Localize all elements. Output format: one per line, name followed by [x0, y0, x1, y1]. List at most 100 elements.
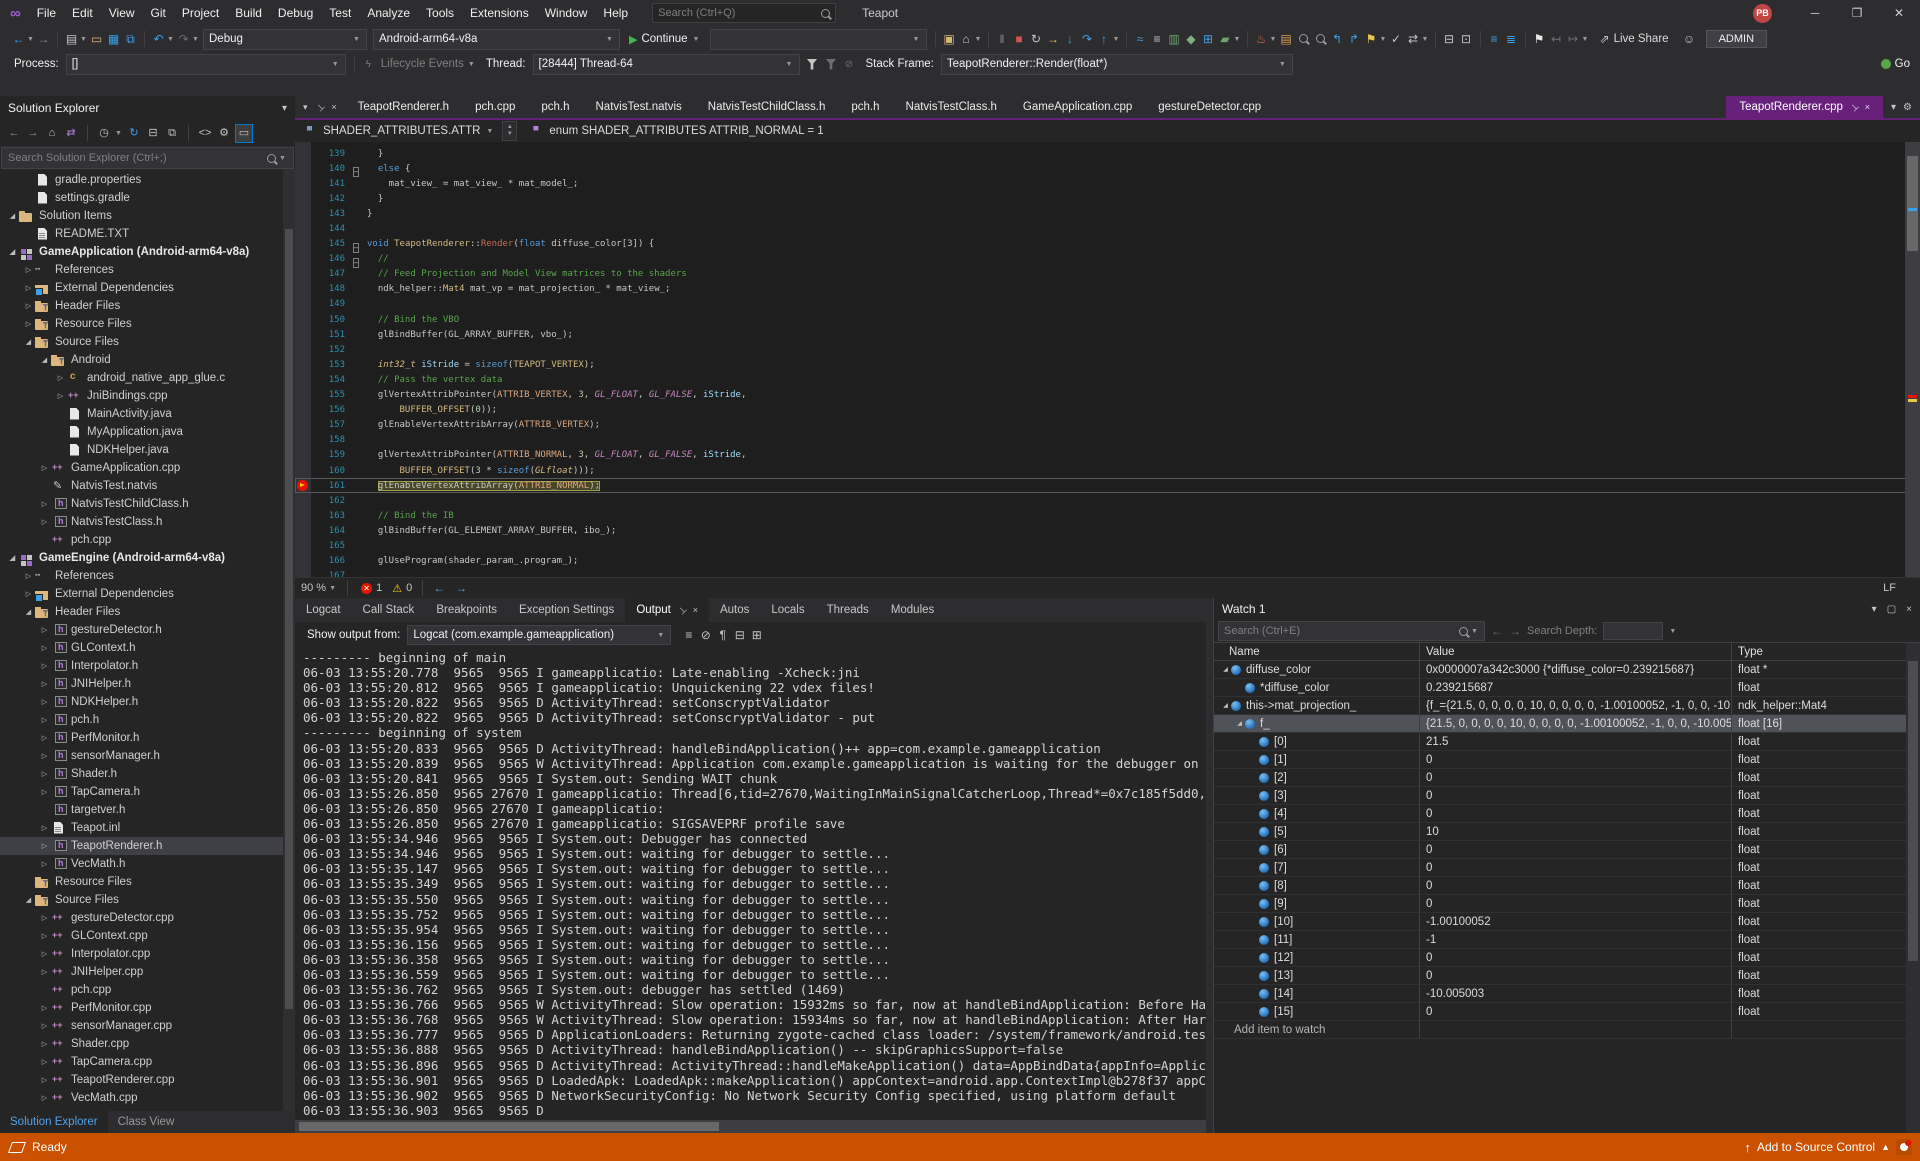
- watch-row[interactable]: [1] 0 float: [1214, 751, 1920, 769]
- editor-tab[interactable]: pch.h: [528, 96, 582, 118]
- code-line[interactable]: 149: [295, 297, 1920, 312]
- editor-scrollbar[interactable]: [1905, 142, 1920, 577]
- tree-item[interactable]: NatvisTest.natvis: [0, 477, 295, 495]
- highlight-icon[interactable]: ⚑: [1363, 31, 1380, 48]
- watch-row[interactable]: [13] 0 float: [1214, 967, 1920, 985]
- code-line[interactable]: 155 glVertexAttribPointer(ATTRIB_VERTEX,…: [295, 388, 1920, 403]
- editor-tab[interactable]: pch.cpp: [462, 96, 528, 118]
- code-line[interactable]: 161 glEnableVertexAttribArray(ATTRIB_NOR…: [295, 478, 1920, 494]
- code-line[interactable]: 148 ndk_helper::Mat4 mat_vp = mat_projec…: [295, 282, 1920, 297]
- tree-item[interactable]: ▷ NDKHelper.h: [0, 693, 295, 711]
- line-margin[interactable]: [295, 267, 311, 282]
- dropdown-arrow-icon[interactable]: ▼: [167, 36, 175, 43]
- pin-icon[interactable]: ⊣: [313, 100, 326, 113]
- tree-expander-icon[interactable]: ▷: [38, 860, 51, 868]
- output-tab-locals[interactable]: Locals: [760, 598, 815, 622]
- sidebar-tab-solution-explorer[interactable]: Solution Explorer: [0, 1111, 108, 1133]
- nav-forward-icon[interactable]: →: [35, 31, 52, 48]
- dropdown-arrow-icon[interactable]: ▼: [1380, 36, 1388, 43]
- se-preview-selected-icon[interactable]: ▭: [235, 123, 253, 143]
- tree-item[interactable]: ▷ References: [0, 567, 295, 585]
- output-tab-output[interactable]: Output ⊣ ×: [625, 598, 709, 622]
- line-margin[interactable]: [295, 237, 311, 252]
- menu-edit[interactable]: Edit: [64, 0, 101, 26]
- tree-item[interactable]: ▷ References: [0, 261, 295, 279]
- line-margin[interactable]: [295, 478, 311, 493]
- watch-name-cell[interactable]: [2]: [1214, 769, 1419, 786]
- menu-tools[interactable]: Tools: [418, 0, 462, 26]
- configuration-combo[interactable]: Debug ▼: [203, 28, 367, 50]
- code-line[interactable]: 160 BUFFER_OFFSET(3 * sizeof(GLfloat)));: [295, 463, 1920, 478]
- redo-icon[interactable]: ↷: [175, 31, 192, 48]
- startup-item-combo[interactable]: ▼: [709, 28, 927, 50]
- tree-expander-icon[interactable]: ▷: [38, 1022, 51, 1030]
- navigate-forward-icon[interactable]: →: [455, 581, 467, 595]
- watch-value-cell[interactable]: 0: [1419, 859, 1731, 876]
- thread-combo[interactable]: [28444] Thread-64 ▼: [532, 53, 800, 75]
- editor-tab[interactable]: TeapotRenderer.cpp ⊣ ×: [1726, 96, 1883, 118]
- tree-expander-icon[interactable]: ▷: [22, 590, 35, 598]
- spell-check-icon[interactable]: ✓: [1388, 31, 1405, 48]
- error-count[interactable]: 1: [376, 582, 382, 594]
- se-home-icon[interactable]: ⌂: [44, 125, 60, 142]
- menu-debug[interactable]: Debug: [270, 0, 321, 26]
- watch-column-header-type[interactable]: Type: [1731, 643, 1920, 660]
- watch-value-cell[interactable]: 0.239215687: [1419, 679, 1731, 696]
- code-line[interactable]: 140− else {: [295, 161, 1920, 178]
- menu-build[interactable]: Build: [227, 0, 270, 26]
- watch-name-cell[interactable]: [15]: [1214, 1003, 1419, 1020]
- watch-column-header-name[interactable]: Name: [1214, 643, 1419, 660]
- tree-scrollbar[interactable]: [283, 169, 295, 1111]
- package-icon[interactable]: ⊞: [1200, 31, 1217, 48]
- tree-item[interactable]: ◢ GameApplication (Android-arm64-v8a): [0, 243, 295, 261]
- watch-row[interactable]: [12] 0 float: [1214, 949, 1920, 967]
- watch-value-cell[interactable]: 0: [1419, 895, 1731, 912]
- dropdown-arrow-icon[interactable]: ▼: [192, 36, 200, 43]
- background-tasks-icon[interactable]: [7, 1141, 27, 1153]
- open-file-icon[interactable]: ▭: [88, 31, 105, 48]
- code-line[interactable]: 159 glVertexAttribPointer(ATTRIB_NORMAL,…: [295, 448, 1920, 463]
- tree-item[interactable]: ▷ TapCamera.h: [0, 783, 295, 801]
- tree-expander-icon[interactable]: ▷: [22, 572, 35, 580]
- tree-item[interactable]: ▷ Header Files: [0, 297, 295, 315]
- tree-item[interactable]: Resource Files: [0, 873, 295, 891]
- tree-item[interactable]: MyApplication.java: [0, 423, 295, 441]
- search-next-icon[interactable]: →: [1509, 624, 1521, 638]
- code-line[interactable]: 162: [295, 493, 1920, 508]
- breadcrumb-member[interactable]: enum SHADER_ATTRIBUTES ATTRIB_NORMAL = 1: [549, 125, 823, 137]
- tree-item[interactable]: ▷ Shader.h: [0, 765, 295, 783]
- code-line[interactable]: 156 BUFFER_OFFSET(0));: [295, 403, 1920, 418]
- tree-expander-icon[interactable]: ▷: [38, 1076, 51, 1084]
- watch-name-cell[interactable]: [9]: [1214, 895, 1419, 912]
- panel-menu-icon[interactable]: ▾: [282, 103, 287, 114]
- ide-window-icon[interactable]: ⌂: [958, 31, 975, 48]
- tree-item[interactable]: ▷ Resource Files: [0, 315, 295, 333]
- search-options-icon[interactable]: ▼: [279, 155, 287, 162]
- save-icon[interactable]: ▦: [105, 31, 122, 48]
- nav-next-result-icon[interactable]: ↱: [1346, 31, 1363, 48]
- dropdown-arrow-icon[interactable]: ▼: [27, 36, 35, 43]
- watch-expander-icon[interactable]: ◢: [1234, 720, 1245, 727]
- output-tab-threads[interactable]: Threads: [816, 598, 880, 622]
- line-margin[interactable]: [295, 297, 311, 312]
- watch-row[interactable]: [7] 0 float: [1214, 859, 1920, 877]
- solution-explorer-search-input[interactable]: Search Solution Explorer (Ctrl+;) ▼: [1, 147, 294, 169]
- collapse-region-icon[interactable]: ⊟: [1441, 31, 1458, 48]
- tree-expander-icon[interactable]: ▷: [38, 500, 51, 508]
- watch-row[interactable]: [0] 21.5 float: [1214, 733, 1920, 751]
- menu-extensions[interactable]: Extensions: [462, 0, 537, 26]
- output-tab-modules[interactable]: Modules: [880, 598, 945, 622]
- dropdown-arrow-icon[interactable]: ▼: [1113, 36, 1121, 43]
- window-position-icon[interactable]: ▾: [1872, 604, 1877, 615]
- watch-name-cell[interactable]: ◢ this->mat_projection_: [1214, 697, 1419, 714]
- tree-item[interactable]: gradle.properties: [0, 171, 295, 189]
- step-over-icon[interactable]: ↷: [1079, 31, 1096, 48]
- hot-reload-icon[interactable]: ♨: [1253, 31, 1270, 48]
- se-collapse-all-icon[interactable]: ⊟: [145, 125, 161, 142]
- line-margin[interactable]: [295, 448, 311, 463]
- watch-value-cell[interactable]: -10.005003: [1419, 985, 1731, 1002]
- format-document-icon[interactable]: ≣: [1503, 31, 1520, 48]
- out-word-wrap-icon[interactable]: ¶: [714, 627, 731, 644]
- code-line[interactable]: 145− void TeapotRenderer::Render(float di…: [295, 237, 1920, 253]
- watch-value-cell[interactable]: 0: [1419, 949, 1731, 966]
